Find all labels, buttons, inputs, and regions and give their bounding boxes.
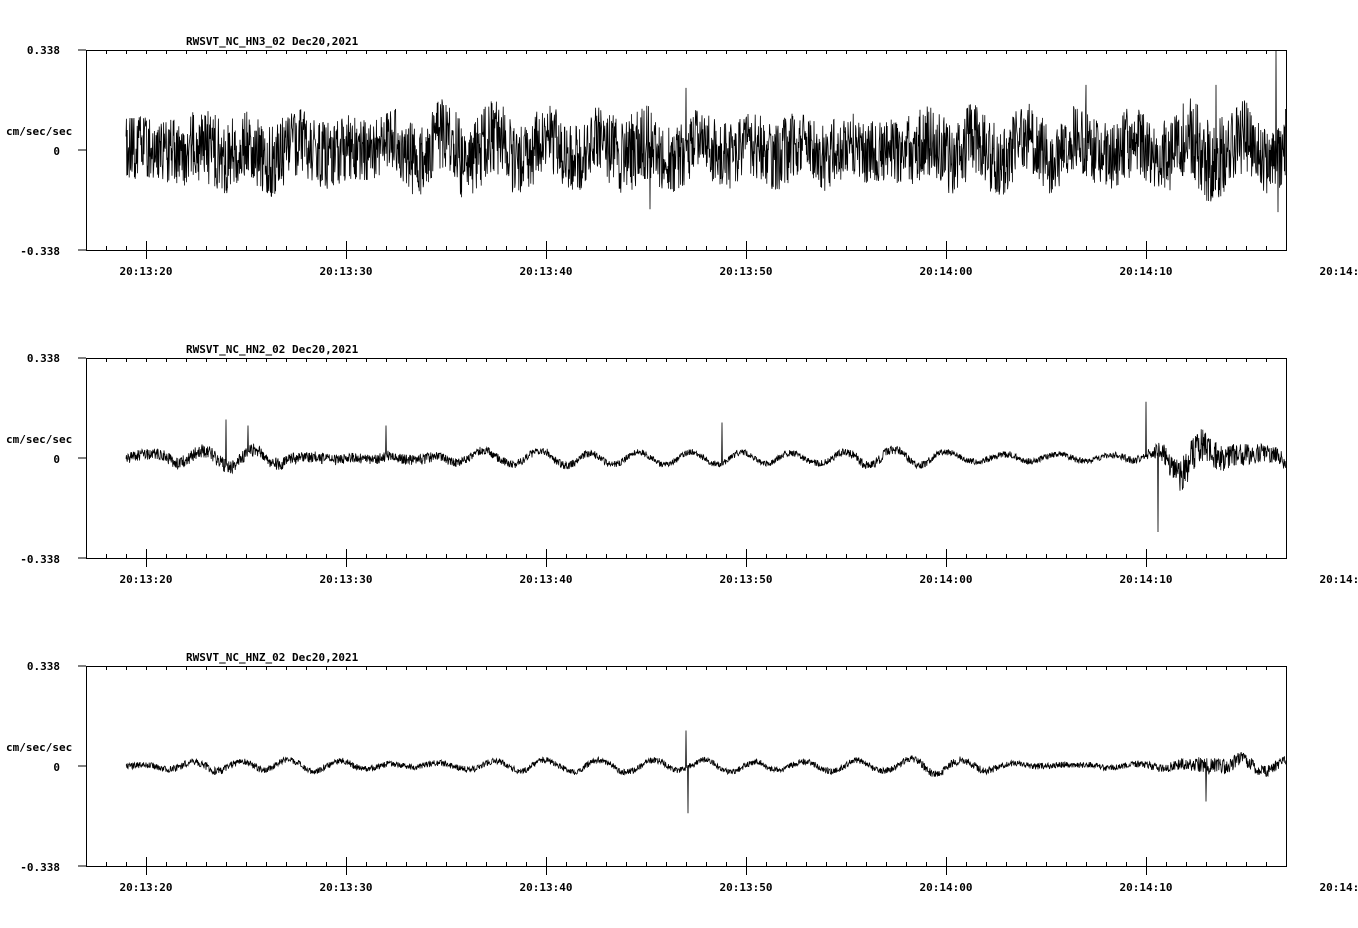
x-tick-label: 20:14:00 bbox=[920, 881, 973, 894]
x-tick-label: 20:13:30 bbox=[320, 573, 373, 586]
x-tick-label: 20:13:50 bbox=[720, 573, 773, 586]
x-tick-label: 20:13:40 bbox=[520, 265, 573, 278]
seismogram-figure: RWSVT_NC_HN3_02 Dec20,2021 cm/sec/sec 0.33… bbox=[0, 0, 1358, 924]
x-tick-label: 20:14:10 bbox=[1120, 265, 1173, 278]
y-tick-label: 0 bbox=[53, 761, 60, 774]
x-tick-label: 20:14:20 bbox=[1320, 265, 1358, 278]
x-tick-label: 20:14:10 bbox=[1120, 881, 1173, 894]
x-tick-label: 20:13:30 bbox=[320, 881, 373, 894]
panel-title: RWSVT_NC_HN2_02 Dec20,2021 bbox=[186, 343, 359, 356]
y-axis-label: cm/sec/sec bbox=[6, 433, 72, 446]
y-tick-label: 0 bbox=[53, 145, 60, 158]
seismogram-canvas: RWSVT_NC_HN3_02 Dec20,2021 cm/sec/sec 0.33… bbox=[0, 0, 1358, 924]
x-tick-label: 20:13:40 bbox=[520, 881, 573, 894]
x-tick-label: 20:13:50 bbox=[720, 881, 773, 894]
y-tick-label: -0.338 bbox=[20, 245, 60, 258]
x-tick-label: 20:13:30 bbox=[320, 265, 373, 278]
y-axis-label: cm/sec/sec bbox=[6, 741, 72, 754]
y-tick-label: 0.338 bbox=[27, 660, 60, 673]
y-tick-label: 0 bbox=[53, 453, 60, 466]
y-tick-label: -0.338 bbox=[20, 861, 60, 874]
x-tick-label: 20:14:20 bbox=[1320, 881, 1358, 894]
y-tick-label: -0.338 bbox=[20, 553, 60, 566]
panel-title: RWSVT_NC_HN3_02 Dec20,2021 bbox=[186, 35, 359, 48]
x-tick-label: 20:13:20 bbox=[120, 573, 173, 586]
x-tick-label: 20:13:40 bbox=[520, 573, 573, 586]
x-tick-label: 20:13:20 bbox=[120, 265, 173, 278]
x-tick-label: 20:13:20 bbox=[120, 881, 173, 894]
y-tick-label: 0.338 bbox=[27, 352, 60, 365]
x-tick-label: 20:14:00 bbox=[920, 573, 973, 586]
panel-title: RWSVT_NC_HNZ_02 Dec20,2021 bbox=[186, 651, 359, 664]
x-tick-label: 20:13:50 bbox=[720, 265, 773, 278]
y-axis-label: cm/sec/sec bbox=[6, 125, 72, 138]
y-tick-label: 0.338 bbox=[27, 44, 60, 57]
x-tick-label: 20:14:10 bbox=[1120, 573, 1173, 586]
x-tick-label: 20:14:20 bbox=[1320, 573, 1358, 586]
x-tick-label: 20:14:00 bbox=[920, 265, 973, 278]
